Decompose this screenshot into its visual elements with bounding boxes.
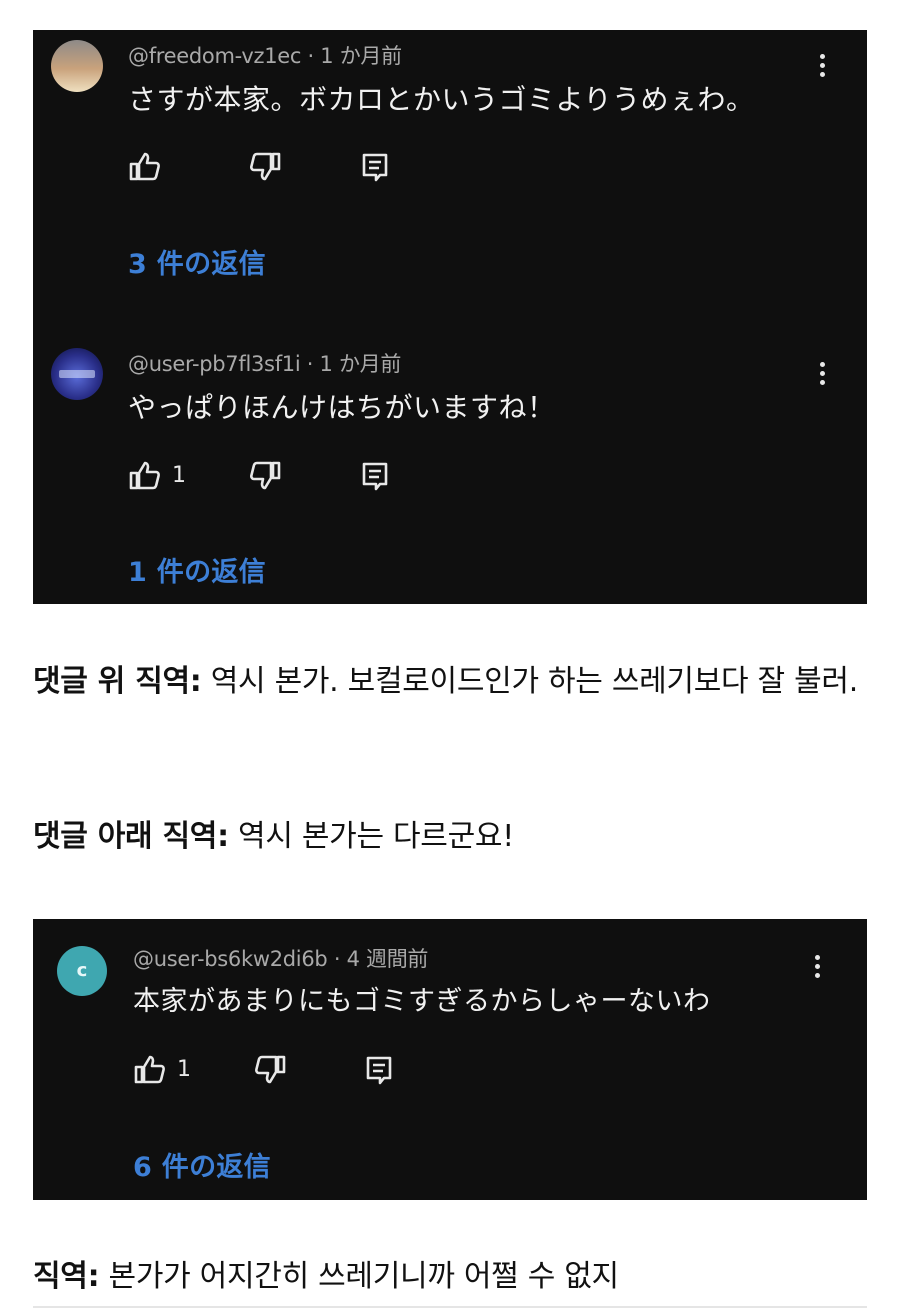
like-count: 1 — [172, 462, 186, 488]
thumbs-up-icon — [129, 461, 160, 490]
reply-comment-icon — [366, 1056, 392, 1085]
comment-handle[interactable]: @user-pb7fl3sf1i — [128, 352, 301, 376]
thumbs-down-icon — [255, 1055, 286, 1084]
view-replies-link[interactable]: 6 件の返信 — [133, 1145, 271, 1184]
translation-text: 본가가 어지간히 쓰레기니까 어쩔 수 없지 — [99, 1259, 620, 1294]
comment-screenshot-1: @freedom-vz1ec · 1 か月前 さすが本家。ボカロとかいうゴミより… — [33, 30, 867, 604]
commenter-avatar[interactable] — [51, 348, 103, 400]
more-vert-icon[interactable] — [818, 54, 826, 81]
dislike-button[interactable] — [253, 1053, 287, 1087]
comment-time: 1 か月前 — [319, 352, 402, 376]
comment-text: やっぱりほんけはちがいますね！ — [128, 391, 556, 424]
thumbs-up-icon — [129, 152, 160, 181]
comment-handle[interactable]: @user-bs6kw2di6b — [133, 947, 328, 971]
comment-text: さすが本家。ボカロとかいうゴミよりうめぇわ。 — [128, 83, 755, 116]
meta-separator: · — [306, 352, 320, 376]
divider — [33, 1306, 867, 1308]
comment-meta: @user-pb7fl3sf1i · 1 か月前 — [128, 348, 401, 378]
meta-separator: · — [333, 947, 347, 971]
thumbs-down-icon — [250, 152, 281, 181]
commenter-avatar[interactable]: c — [57, 946, 107, 996]
comment-meta: @user-bs6kw2di6b · 4 週間前 — [133, 943, 428, 973]
reply-comment-icon — [362, 153, 388, 182]
view-replies-link[interactable]: 1 件の返信 — [128, 550, 266, 589]
comment-time: 1 か月前 — [320, 44, 402, 68]
thumbs-up-icon — [134, 1055, 165, 1084]
like-count: 1 — [177, 1056, 191, 1082]
translation-lower-comment: 댓글 아래 직역: 역시 본가는 다르군요! — [33, 813, 867, 861]
thumbs-down-icon — [250, 461, 281, 490]
comment-handle[interactable]: @freedom-vz1ec — [128, 44, 301, 68]
translation-upper-comment: 댓글 위 직역: 역시 본가. 보컬로이드인가 하는 쓰레기보다 잘 불러. — [33, 658, 867, 706]
translation-comment-3: 직역: 본가가 어지간히 쓰레기니까 어쩔 수 없지 — [33, 1253, 867, 1301]
meta-separator: · — [307, 44, 321, 68]
comment-screenshot-2: c @user-bs6kw2di6b · 4 週間前 本家があまりにもゴミすぎる… — [33, 919, 867, 1200]
comment-meta: @freedom-vz1ec · 1 か月前 — [128, 40, 402, 70]
reply-button[interactable] — [361, 459, 389, 493]
translation-label: 직역: — [33, 1259, 100, 1294]
comment-time: 4 週間前 — [346, 947, 429, 971]
reply-comment-icon — [362, 462, 388, 491]
comment-text: 本家があまりにもゴミすぎるからしゃーないわ — [133, 986, 711, 1017]
like-button[interactable] — [128, 149, 172, 183]
dislike-button[interactable] — [248, 150, 282, 184]
translation-text: 역시 본가는 다르군요! — [228, 819, 514, 854]
view-replies-link[interactable]: 3 件の返信 — [128, 242, 266, 281]
reply-button[interactable] — [365, 1053, 393, 1087]
more-vert-icon[interactable] — [813, 955, 821, 982]
dislike-button[interactable] — [248, 459, 282, 493]
like-button[interactable]: 1 — [133, 1052, 191, 1086]
reply-button[interactable] — [361, 150, 389, 184]
translation-label: 댓글 위 직역: — [33, 664, 202, 699]
commenter-avatar[interactable] — [51, 40, 103, 92]
like-button[interactable]: 1 — [128, 458, 186, 492]
translation-label: 댓글 아래 직역: — [33, 819, 229, 854]
translation-text: 역시 본가. 보컬로이드인가 하는 쓰레기보다 잘 불러. — [201, 664, 859, 699]
more-vert-icon[interactable] — [818, 362, 826, 389]
